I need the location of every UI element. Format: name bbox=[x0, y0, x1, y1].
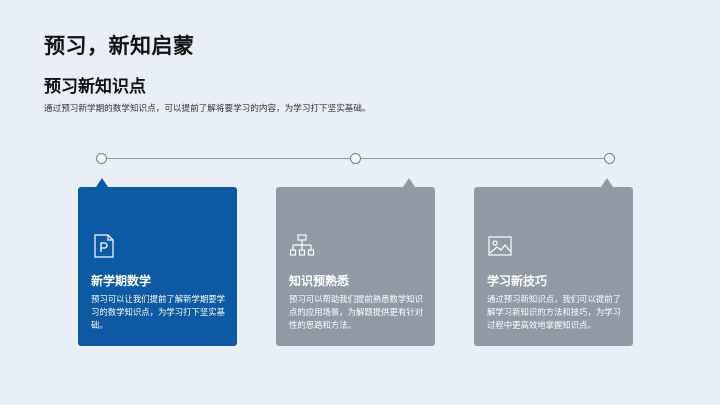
image-icon bbox=[488, 236, 512, 256]
section-subtitle: 预习新知识点 bbox=[44, 77, 146, 97]
card-title: 新学期数学 bbox=[91, 274, 152, 288]
card-text: 通过预习新知识点，我们可以提前了解学习新知识的方法和技巧，为学习过程中更高效地掌… bbox=[487, 294, 621, 330]
card-knowledge-familiarize: 知识预熟悉 预习可以帮助我们提前熟悉数学知识点的应用场景，为解题提供更有针对性的… bbox=[276, 178, 435, 346]
hierarchy-icon bbox=[289, 234, 315, 256]
timeline-dot-3 bbox=[604, 153, 615, 164]
card-text: 预习可以帮助我们提前熟悉数学知识点的应用场景，为解题提供更有针对性的思路和方法。 bbox=[289, 294, 423, 330]
card-title: 知识预熟悉 bbox=[289, 274, 350, 288]
page-title: 预习，新知启蒙 bbox=[44, 34, 195, 58]
timeline-dot-2 bbox=[350, 153, 361, 164]
card-text: 预习可以让我们提前了解新学期要学习的数学知识点，为学习打下坚实基础。 bbox=[91, 294, 225, 330]
timeline-dot-1 bbox=[96, 153, 107, 164]
card-new-semester-math: 新学期数学 预习可以让我们提前了解新学期要学习的数学知识点，为学习打下坚实基础。 bbox=[78, 178, 237, 346]
document-p-icon bbox=[94, 234, 114, 258]
card-learn-new-skills: 学习新技巧 通过预习新知识点，我们可以提前了解学习新知识的方法和技巧，为学习过程… bbox=[474, 178, 633, 346]
card-title: 学习新技巧 bbox=[487, 274, 548, 288]
section-description: 通过预习新学期的数学知识点，可以提前了解将要学习的内容，为学习打下坚实基础。 bbox=[44, 104, 371, 114]
